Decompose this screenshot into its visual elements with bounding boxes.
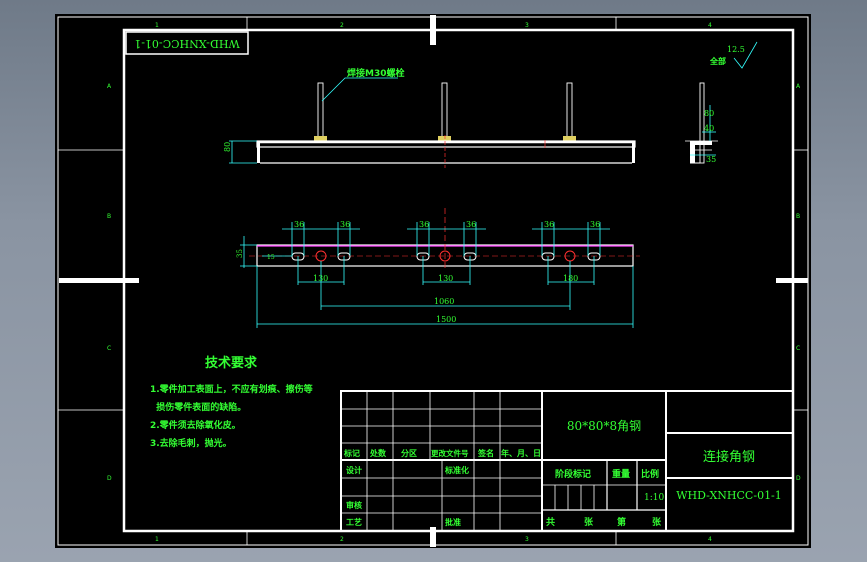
dim-15: 15 bbox=[267, 254, 275, 261]
center-mark-left bbox=[59, 278, 139, 283]
scale-label: 比例 bbox=[641, 468, 659, 480]
drawing-sheet bbox=[55, 14, 811, 548]
zone-label-bottom-3: 3 bbox=[525, 536, 529, 543]
dim-36-e: 36 bbox=[544, 220, 554, 229]
hdr-mark: 标记 bbox=[343, 448, 360, 458]
cad-viewport: 1 2 3 4 1 2 3 4 A B C D A B C D WHD-XNHC… bbox=[0, 0, 867, 562]
requirement-line-2: 损伤零件表面的缺陷。 bbox=[150, 401, 246, 413]
zone-label-right-d: D bbox=[796, 475, 801, 482]
design-label: 设计 bbox=[346, 465, 362, 475]
zone-label-left-d: D bbox=[107, 475, 112, 482]
process-label: 工艺 bbox=[346, 517, 362, 527]
dim-130-b: 130 bbox=[438, 274, 453, 283]
dim-front-height: 80 bbox=[223, 142, 232, 152]
dim-side-80: 80 bbox=[704, 109, 714, 118]
dim-side-40: 40 bbox=[704, 124, 714, 133]
dim-36-c: 36 bbox=[419, 220, 429, 229]
zone-label-bottom-1: 1 bbox=[155, 536, 159, 543]
part-name: 连接角钢 bbox=[703, 449, 755, 465]
requirement-line-4: 3.去除毛刺，抛光。 bbox=[150, 437, 232, 449]
standard-label: 标准化 bbox=[444, 465, 469, 475]
zone-label-top-1: 1 bbox=[155, 22, 159, 29]
drawing-canvas: 1 2 3 4 1 2 3 4 A B C D A B C D WHD-XNHC… bbox=[55, 14, 811, 548]
roughness-label: 全部 bbox=[709, 56, 726, 66]
weld-bolt-note: 焊接M30螺栓 bbox=[347, 67, 404, 79]
dim-130-a: 130 bbox=[313, 274, 328, 283]
dim-side-35: 35 bbox=[706, 155, 716, 164]
hdr-zone: 分区 bbox=[401, 448, 417, 458]
zone-label-right-c: C bbox=[796, 345, 800, 352]
dim-36-b: 36 bbox=[340, 220, 350, 229]
zone-label-left-b: B bbox=[107, 213, 111, 220]
dim-1060: 1060 bbox=[434, 297, 454, 306]
zone-label-bottom-2: 2 bbox=[340, 536, 344, 543]
dim-36-f: 36 bbox=[590, 220, 600, 229]
hdr-sign: 签名 bbox=[477, 448, 494, 458]
requirement-line-1: 1.零件加工表面上，不应有划痕、擦伤等 bbox=[150, 383, 313, 395]
hdr-qty: 处数 bbox=[369, 448, 387, 458]
weight-label: 重量 bbox=[612, 468, 630, 480]
roughness-value: 12.5 bbox=[727, 45, 745, 54]
material-label: 80*80*8角钢 bbox=[567, 419, 641, 433]
zone-label-right-b: B bbox=[796, 213, 800, 220]
dim-36-d: 36 bbox=[466, 220, 476, 229]
sheet-unit-label: 张 bbox=[652, 516, 662, 528]
zone-label-left-c: C bbox=[107, 345, 111, 352]
sheet-no-label: 第 bbox=[617, 516, 626, 528]
hdr-doc: 更改文件号 bbox=[431, 448, 469, 458]
requirements-heading: 技术要求 bbox=[205, 355, 258, 371]
dim-1500: 1500 bbox=[436, 315, 456, 324]
zone-label-top-2: 2 bbox=[340, 22, 344, 29]
scale-value: 1:10 bbox=[644, 493, 664, 503]
drawing-number: WHD-XNHCC-01-1 bbox=[676, 489, 782, 502]
sheets-label: 张 bbox=[584, 516, 594, 528]
zone-label-top-4: 4 bbox=[708, 22, 712, 29]
dim-180: 180 bbox=[563, 274, 578, 283]
stage-mark-label: 阶段标记 bbox=[555, 468, 591, 480]
requirement-line-3: 2.零件须去除氧化皮。 bbox=[150, 419, 241, 431]
dim-35: 35 bbox=[236, 249, 244, 258]
drawing-number-stamp: WHD-XNHCC-01-1 bbox=[134, 37, 240, 50]
approve-label: 批准 bbox=[445, 517, 461, 527]
zone-label-bottom-4: 4 bbox=[708, 536, 712, 543]
total-label: 共 bbox=[546, 516, 555, 528]
hdr-date: 年、月、日 bbox=[501, 448, 541, 458]
review-label: 审核 bbox=[346, 500, 362, 510]
center-mark-right bbox=[776, 278, 808, 283]
dim-36-a: 36 bbox=[294, 220, 304, 229]
zone-label-top-3: 3 bbox=[525, 22, 529, 29]
